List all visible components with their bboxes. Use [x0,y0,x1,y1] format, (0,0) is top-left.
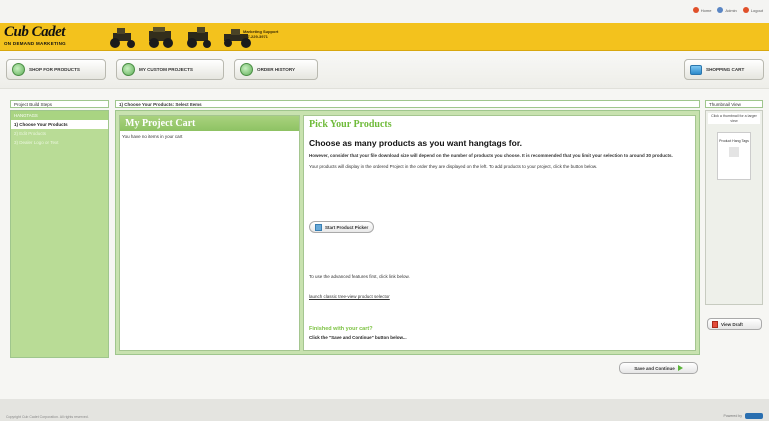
shop-for-products-button[interactable]: SHOP FOR PRODUCTS [6,59,106,80]
thumbnail-frame: Click a thumbnail for a larger view Prod… [705,110,763,305]
arrow-right-icon [677,365,683,371]
view-draft-button[interactable]: View Draft [707,318,762,330]
save-and-continue-button[interactable]: Save and Continue [619,362,698,374]
utility-bar: Home Admin Logout [0,0,769,23]
admin-link-label: Admin [725,7,737,13]
main-nav: SHOP FOR PRODUCTS MY CUSTOM PROJECTS ORD… [0,51,769,89]
support-phone: 877-229-3971 [243,34,268,39]
mower-icon [110,28,135,48]
save-label: Save and Continue [634,365,675,371]
powered-by: Powered by [724,413,763,419]
utility-vehicle-icon [149,27,173,48]
steps-list: HANGTAGS 1) Choose Your Products 2) Edit… [10,110,109,358]
pick-products-title: Pick Your Products [309,119,392,130]
cub-cadet-logo[interactable]: Cub Cadet ON DEMAND MARKETING [4,25,100,49]
thumbnail-placeholder [729,147,739,157]
order-history-button[interactable]: ORDER HISTORY [234,59,318,80]
admin-link[interactable]: Admin [717,7,737,13]
advanced-features-text: To use the advanced features first, clic… [309,274,410,279]
cart-icon [690,64,702,75]
product-order-info: Your products will display in the ordere… [309,164,598,169]
cart-label: SHOPPING CART [706,67,745,72]
project-steps-panel: Project Build Steps HANGTAGS 1) Choose Y… [10,100,109,360]
steps-group-hangtags: HANGTAGS [11,111,108,120]
order-history-icon [240,63,253,76]
pdf-icon [712,320,718,328]
shop-icon [12,63,25,76]
marketing-support: Marketing Support 877-229-3971 [243,29,278,39]
vendor-logo-icon[interactable] [745,413,763,419]
custom-label: MY CUSTOM PROJECTS [139,67,193,72]
copyright-text: Copyright Cub Cadet Corporation. All rig… [6,415,89,419]
finished-instructions: Click the "Save and Continue" button bel… [309,335,407,340]
thumbnail-card-label: Product Hang Tags [719,139,749,143]
powered-by-label: Powered by [723,414,742,418]
projects-icon [122,63,135,76]
admin-icon [717,7,724,13]
step-title: 1) Choose Your Products: Select Items [115,100,700,108]
home-link[interactable]: Home [692,7,712,13]
footer: Copyright Cub Cadet Corporation. All rig… [0,399,769,421]
logout-link[interactable]: Logout [742,7,763,13]
thumbnail-hint: Click a thumbnail for a larger view [708,113,760,124]
picker-icon [315,223,322,231]
steps-title: Project Build Steps [10,100,109,108]
shopping-cart-button[interactable]: SHOPPING CART [684,59,764,80]
utility-links: Home Admin Logout [692,7,763,13]
thumbnail-card[interactable]: Product Hang Tags [717,132,751,180]
logout-icon [742,7,749,13]
vehicle-images [107,25,253,49]
project-cart-title: My Project Cart [120,116,299,131]
start-picker-label: Start Product Picker [325,224,369,230]
finished-title: Finished with your cart? [309,326,373,332]
step-edit-products[interactable]: 2) Edit Products [11,129,108,138]
shop-label: SHOP FOR PRODUCTS [29,67,80,72]
thumbnail-panel: Thumbnail View Click a thumbnail for a l… [705,100,763,305]
cart-empty-message: You have no items in your cart [122,134,183,139]
logo-subtitle: ON DEMAND MARKETING [4,41,66,46]
pick-products-panel: Pick Your Products Choose as many produc… [303,115,696,351]
logo-text: Cub Cadet [4,24,65,40]
project-cart: My Project Cart You have no items in you… [119,115,300,351]
orders-label: ORDER HISTORY [257,67,296,72]
home-link-label: Home [700,7,712,13]
my-custom-projects-button[interactable]: MY CUSTOM PROJECTS [116,59,224,80]
step-dealer-logo[interactable]: 3) Dealer Logo or Text [11,138,108,147]
brand-header: Cub Cadet ON DEMAND MARKETING Marketing … [0,23,769,51]
start-product-picker-button[interactable]: Start Product Picker [309,221,375,233]
pick-products-subtitle: Choose as many products as you want hang… [309,138,523,148]
thumbnail-title: Thumbnail View [705,100,763,108]
tractor-icon [187,27,211,48]
home-icon [692,7,699,13]
step-choose-products[interactable]: 1) Choose Your Products [11,120,108,129]
download-size-note: However, consider that your file downloa… [309,153,673,158]
logout-link-label: Logout [750,7,763,13]
classic-selector-link[interactable]: launch classic tree-view product selecto… [309,294,390,299]
view-draft-label: View Draft [721,321,743,327]
